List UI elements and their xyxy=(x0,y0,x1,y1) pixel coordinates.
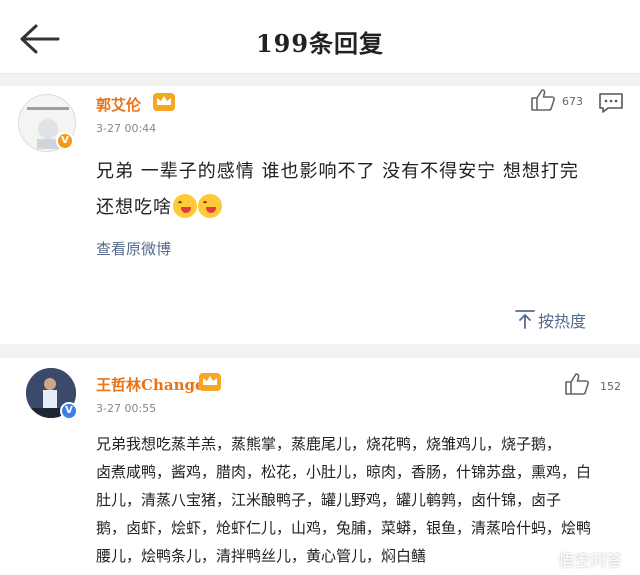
comment-card: V 王哲林Change 3-27 00:55 152 兄弟我想吃蒸羊羔，蒸熊掌，… xyxy=(0,358,640,575)
crown-badge-icon xyxy=(153,93,175,111)
view-original-link[interactable]: 查看原微博 xyxy=(96,238,171,259)
sort-by-hot-button[interactable]: 按热度 xyxy=(538,308,586,332)
crown-badge-icon xyxy=(199,373,221,391)
comment-bubble-icon[interactable] xyxy=(598,92,624,114)
verified-badge-icon: V xyxy=(60,402,78,420)
timestamp: 3-27 00:44 xyxy=(96,122,157,135)
comment-text-line-2: 还想吃啥 xyxy=(96,190,626,226)
timestamp: 3-27 00:55 xyxy=(96,402,157,415)
comment-text-line: 鹅，卤虾，烩虾，炝虾仁儿，山鸡，兔脯，菜蟒，银鱼，清蒸哈什蚂，烩鸭 xyxy=(96,519,592,537)
comment-text-line: 肚儿，清蒸八宝猪，江米酿鸭子，罐儿野鸡，罐儿鹌鹑，卤什锦，卤子 xyxy=(96,491,562,509)
thumbs-up-icon[interactable] xyxy=(530,88,556,112)
top-bar: 199条回复 xyxy=(0,0,640,74)
watermark: 悟空问答 xyxy=(557,551,622,570)
like-count: 152 xyxy=(600,380,621,393)
comment-text: 兄弟我想吃蒸羊羔，蒸熊掌，蒸鹿尾儿，烧花鸭，烧雏鸡儿，烧子鹅， 卤煮咸鸭，酱鸡，… xyxy=(96,430,636,570)
like-count: 673 xyxy=(562,95,583,108)
comment-card: V 郭艾伦 3-27 00:44 673 兄弟 一辈子的感情 谁也影响不了 没有… xyxy=(0,86,640,344)
sort-icon[interactable] xyxy=(514,308,536,330)
comment-text-tail: 还想吃啥 xyxy=(96,197,172,218)
yummy-emoji-icon xyxy=(198,194,222,218)
comment-text-line: 腰儿，烩鸭条儿，清拌鸭丝儿，黄心管儿，焖白鳝 xyxy=(96,547,427,565)
comment-text: 兄弟 一辈子的感情 谁也影响不了 没有不得安宁 想想打完 还想吃啥 xyxy=(96,154,626,226)
username[interactable]: 王哲林Change xyxy=(96,374,205,395)
thumbs-up-icon[interactable] xyxy=(564,372,590,396)
username[interactable]: 郭艾伦 xyxy=(96,94,141,115)
comment-text-line: 兄弟我想吃蒸羊羔，蒸熊掌，蒸鹿尾儿，烧花鸭，烧雏鸡儿，烧子鹅， xyxy=(96,435,562,453)
verified-badge-icon: V xyxy=(56,132,74,150)
divider xyxy=(0,74,640,86)
divider xyxy=(0,344,640,358)
comment-text-line: 卤煮咸鸭，酱鸡，腊肉，松花，小肚儿，晾肉，香肠，什锦苏盘，熏鸡，白 xyxy=(96,463,592,481)
page-title: 199条回复 xyxy=(255,29,385,58)
yummy-emoji-icon xyxy=(173,194,197,218)
comment-text-line: 兄弟 一辈子的感情 谁也影响不了 没有不得安宁 想想打完 xyxy=(96,161,579,182)
